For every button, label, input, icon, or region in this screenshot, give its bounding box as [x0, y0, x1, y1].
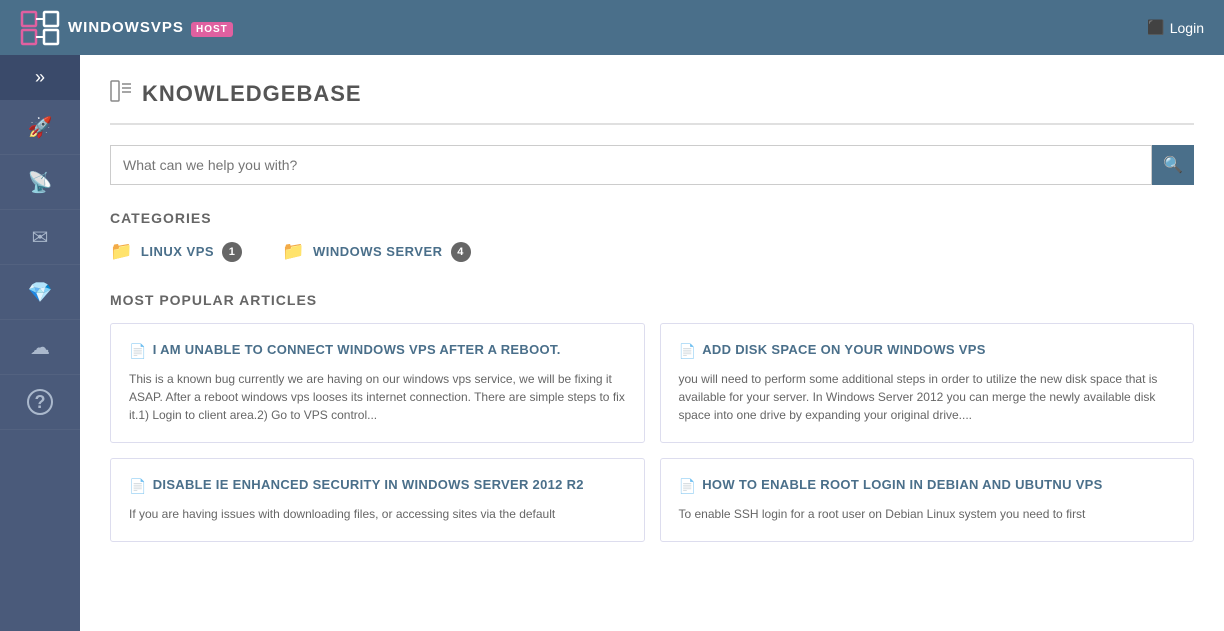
sidebar-item-support[interactable]: ?: [0, 375, 80, 430]
category-linux-label: LINUX VPS: [141, 244, 214, 259]
article-excerpt-1: you will need to perform some additional…: [679, 370, 1176, 424]
rocket-icon: 🚀: [28, 115, 53, 140]
page-title-icon: [110, 80, 132, 108]
article-excerpt-2: If you are having issues with downloadin…: [129, 505, 626, 523]
sidebar: » 🚀 📡 ✉ 💎 ☁ ?: [0, 55, 80, 631]
search-row: 🔍: [110, 145, 1194, 185]
sidebar-item-dashboard[interactable]: 🚀: [0, 100, 80, 155]
article-card-0[interactable]: 📄 I AM UNABLE TO CONNECT WINDOWS VPS AFT…: [110, 323, 645, 443]
article-title-2: 📄 DISABLE IE ENHANCED SECURITY IN WINDOW…: [129, 477, 626, 495]
content-area: KNOWLEDGEBASE 🔍 CATEGORIES 📁 LINUX VPS 1…: [80, 55, 1224, 631]
doc-icon-1: 📄: [679, 343, 697, 360]
articles-grid: 📄 I AM UNABLE TO CONNECT WINDOWS VPS AFT…: [110, 323, 1194, 542]
search-icon: 🔍: [1163, 155, 1183, 175]
doc-icon-0: 📄: [129, 343, 147, 360]
login-label: Login: [1170, 20, 1204, 36]
article-card-2[interactable]: 📄 DISABLE IE ENHANCED SECURITY IN WINDOW…: [110, 458, 645, 542]
categories-row: 📁 LINUX VPS 1 📁 WINDOWS SERVER 4: [110, 241, 1194, 262]
login-icon: ⬛: [1147, 19, 1164, 36]
sidebar-item-services[interactable]: 📡: [0, 155, 80, 210]
popular-section-title: MOST POPULAR ARTICLES: [110, 292, 1194, 308]
sidebar-item-messages[interactable]: ✉: [0, 210, 80, 265]
logo-text: WINDOWSVPS HOST: [68, 19, 233, 36]
category-windows-server[interactable]: 📁 WINDOWS SERVER 4: [282, 241, 470, 262]
logo-icon: [20, 10, 60, 46]
folder-icon-linux: 📁: [110, 241, 133, 262]
search-button[interactable]: 🔍: [1152, 145, 1194, 185]
sidebar-toggle-icon: »: [35, 67, 45, 88]
login-button[interactable]: ⬛ Login: [1147, 19, 1204, 36]
doc-icon-3: 📄: [679, 478, 697, 495]
folder-icon-windows: 📁: [282, 241, 305, 262]
search-input[interactable]: [110, 145, 1152, 185]
article-title-1: 📄 ADD DISK SPACE ON YOUR WINDOWS VPS: [679, 342, 1176, 360]
rss-icon: 📡: [28, 170, 53, 195]
logo-badge: HOST: [191, 22, 233, 37]
article-card-1[interactable]: 📄 ADD DISK SPACE ON YOUR WINDOWS VPS you…: [660, 323, 1195, 443]
sidebar-item-billing[interactable]: 💎: [0, 265, 80, 320]
category-linux-badge: 1: [222, 242, 242, 262]
category-linux-vps[interactable]: 📁 LINUX VPS 1: [110, 241, 242, 262]
doc-icon-2: 📄: [129, 478, 147, 495]
help-icon: ?: [27, 389, 53, 415]
category-windows-badge: 4: [451, 242, 471, 262]
diamond-icon: 💎: [28, 280, 53, 305]
article-title-0: 📄 I AM UNABLE TO CONNECT WINDOWS VPS AFT…: [129, 342, 626, 360]
article-title-3: 📄 HOW TO ENABLE ROOT LOGIN IN DEBIAN AND…: [679, 477, 1176, 495]
article-card-3[interactable]: 📄 HOW TO ENABLE ROOT LOGIN IN DEBIAN AND…: [660, 458, 1195, 542]
categories-section-title: CATEGORIES: [110, 210, 1194, 226]
mail-icon: ✉: [32, 225, 49, 250]
category-windows-label: WINDOWS SERVER: [313, 244, 443, 259]
sidebar-item-cloud[interactable]: ☁: [0, 320, 80, 375]
top-header: WINDOWSVPS HOST ⬛ Login: [0, 0, 1224, 55]
sidebar-toggle[interactable]: »: [0, 55, 80, 100]
logo-area: WINDOWSVPS HOST: [20, 10, 233, 46]
article-excerpt-3: To enable SSH login for a root user on D…: [679, 505, 1176, 523]
main-layout: » 🚀 📡 ✉ 💎 ☁ ?: [0, 55, 1224, 631]
page-title: KNOWLEDGEBASE: [142, 81, 362, 107]
cloud-icon: ☁: [30, 335, 50, 360]
page-title-row: KNOWLEDGEBASE: [110, 80, 1194, 125]
article-excerpt-0: This is a known bug currently we are hav…: [129, 370, 626, 424]
